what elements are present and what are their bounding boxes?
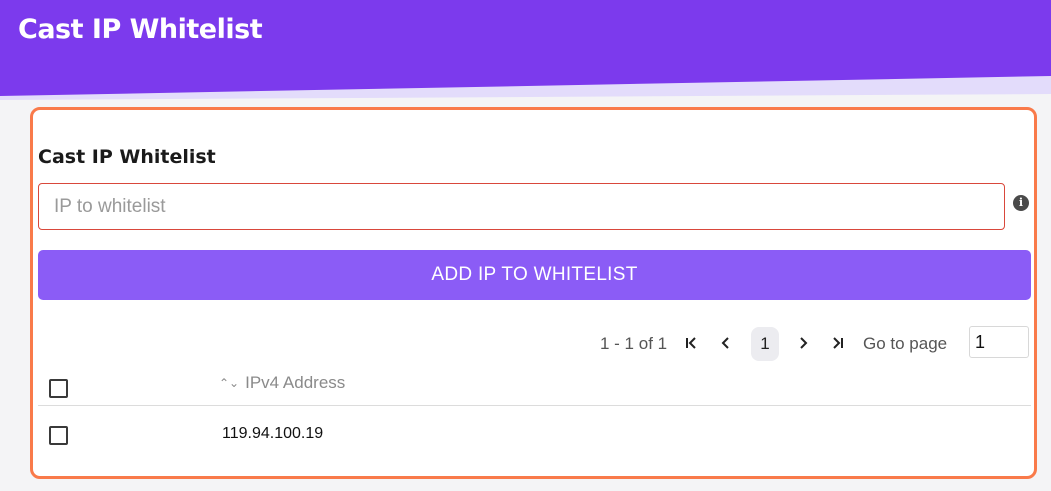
column-header-ipv4[interactable]: ⌃⌄ IPv4 Address [219,373,345,393]
pagination: 1 - 1 of 1 1 Go to page [33,326,1034,361]
select-all-checkbox[interactable] [49,379,68,398]
ip-input[interactable] [38,183,1005,230]
pagination-range: 1 - 1 of 1 [600,334,668,353]
whitelist-card: Cast IP Whitelist i ADD IP TO WHITELIST … [30,107,1037,479]
page-title: Cast IP Whitelist [18,14,263,45]
row-checkbox[interactable] [49,426,68,445]
next-page-icon[interactable] [790,330,816,356]
info-icon[interactable]: i [1013,195,1029,211]
prev-page-icon[interactable] [713,330,739,356]
table-row: 119.94.100.19 [38,406,1031,464]
section-title: Cast IP Whitelist [38,146,216,168]
add-ip-button[interactable]: ADD IP TO WHITELIST [38,250,1031,300]
sort-icon[interactable]: ⌃⌄ [219,376,239,390]
current-page[interactable]: 1 [751,327,779,361]
table-header: ⌃⌄ IPv4 Address [38,364,1031,406]
goto-page-input[interactable] [969,326,1029,358]
header-band: Cast IP Whitelist [0,0,1051,100]
first-page-icon[interactable] [678,330,704,356]
column-header-label: IPv4 Address [245,373,346,392]
goto-page-label: Go to page [863,334,948,353]
last-page-icon[interactable] [825,330,851,356]
ip-cell: 119.94.100.19 [222,425,324,442]
ip-table: ⌃⌄ IPv4 Address 119.94.100.19 [38,364,1031,464]
